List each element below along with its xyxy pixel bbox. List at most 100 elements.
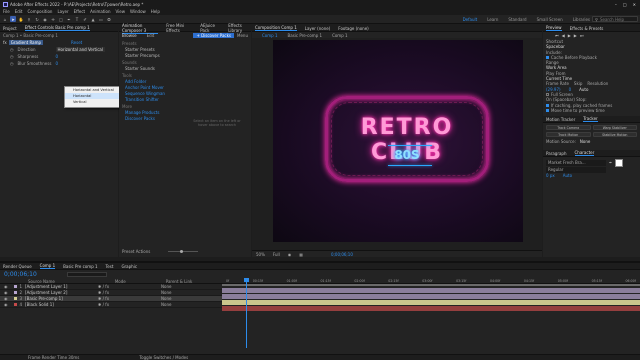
tab-animation-composer-3[interactable]: Animation Composer 3 [122,23,159,34]
grid-icon[interactable]: ▦ [299,252,303,257]
font-family-dropdown[interactable]: Market Fresh Bra... [546,160,606,167]
stamp-tool-icon[interactable]: ▲ [90,16,96,22]
menu-window[interactable]: Window [130,9,146,14]
timeline-tab[interactable]: Test [106,264,114,269]
menu-animation[interactable]: Animation [90,9,110,14]
layer-bar[interactable] [222,294,640,299]
resolution-value[interactable]: Auto [579,87,588,92]
section-item[interactable]: Transition Shifter [119,97,185,102]
layer-name[interactable]: [Adjustment Layer 1] [25,284,95,289]
menu-view[interactable]: View [116,9,126,14]
resolution-dropdown[interactable]: Full [273,252,280,257]
timeline-tab[interactable]: Render Queue [3,264,32,269]
view-tab[interactable]: Basic Pre-comp 1 [288,33,323,38]
stopwatch-icon[interactable]: ◷ [10,47,14,52]
section-item[interactable]: Discover Packs [119,116,185,121]
tab-aejuice-pack[interactable]: AEJuice Pack [200,23,220,33]
section-item[interactable]: Manage Products [119,110,185,115]
time-ruler[interactable]: 0f 00:15f 01:00f 01:15f 02:00f 02:15f 03:00f 03… [222,278,640,283]
section-item[interactable]: Starter Precomps [119,53,185,58]
eraser-tool-icon[interactable]: ▭ [98,16,104,22]
label-color-swatch[interactable] [13,291,17,294]
section-item[interactable]: Add Folder [119,79,185,84]
menu-button[interactable]: Menu [237,33,248,38]
menu-layer[interactable]: Layer [57,9,68,14]
layer-name[interactable]: [Basic Pre-comp 1] [25,296,95,301]
eyedropper-icon[interactable]: ✒ [609,160,612,166]
fx-icon[interactable]: fx [3,40,7,45]
section-item[interactable]: Anchor Point Mover [119,85,185,90]
parent-dropdown[interactable]: None [161,296,171,301]
fullscreen-checkbox[interactable] [546,93,549,97]
minimize-icon[interactable]: – [615,2,617,7]
reset-link[interactable]: Reset [71,40,82,45]
workspace-learn[interactable]: Learn [487,17,498,22]
view-tab[interactable]: Comp 1 [332,33,348,38]
type-tool-icon[interactable]: T [74,16,80,22]
first-frame-icon[interactable]: ⏮ [555,33,559,38]
tab-motion-tracker[interactable]: Motion Tracker [546,117,575,122]
parent-dropdown[interactable]: None [161,302,171,307]
layer-name[interactable]: [Adjustment Layer 2] [25,290,95,295]
last-frame-icon[interactable]: ⏭ [580,33,584,38]
comp-timecode[interactable]: 0;00;06;10 [331,252,353,257]
close-icon[interactable]: ✕ [633,2,636,7]
workspace-default[interactable]: Default [463,17,478,22]
timeline-tab[interactable]: Comp 1 [39,263,56,269]
section-item[interactable]: Starter Sounds [119,66,185,71]
maximize-icon[interactable]: □ [623,2,627,7]
zoom-tool-icon[interactable]: ⚲ [26,16,32,22]
visibility-eye-icon[interactable]: ◉ [4,284,8,289]
effect-prop-value[interactable]: 0 [56,54,59,59]
timeline-tab[interactable]: Graphic [121,264,137,269]
tab-project[interactable]: Project [3,26,17,31]
workspace-small-screen[interactable]: Small Screen [537,17,563,22]
preset-size-slider[interactable] [168,249,199,253]
tab-edit[interactable]: Edit [147,33,155,38]
effect-prop-value[interactable]: Horizontal and Vertical [55,47,105,52]
tab-effects-library[interactable]: Effects Library [228,23,251,33]
search-help-field[interactable]: ⚲ Search Help [592,16,638,22]
layer-bar[interactable] [222,300,640,305]
effect-prop-value[interactable]: 0 [56,61,59,66]
cache-checkbox[interactable] [546,56,549,60]
track-button[interactable]: Track Motion [546,132,591,138]
work-area-bar[interactable] [222,284,640,286]
tab-free-mini-effects[interactable]: Free Mini Effects [166,23,192,33]
visibility-eye-icon[interactable]: ◉ [4,302,8,307]
comp-tab[interactable]: Composition Comp 1 [255,25,297,31]
play-icon[interactable]: ▶ [568,33,571,38]
anchor-tool-icon[interactable]: ✛ [50,16,56,22]
tab-character[interactable]: Character [574,150,595,157]
snapshot-icon[interactable]: ◉ [288,252,292,257]
puppet-tool-icon[interactable]: ✪ [106,16,112,22]
menu-help[interactable]: Help [151,9,160,14]
stopwatch-icon[interactable]: ◷ [10,54,14,59]
timeline-search-field[interactable] [66,272,107,277]
selection-tool-icon[interactable]: ➤ [10,16,16,22]
layer-switches[interactable]: ✱ / fx [98,290,138,295]
track-button[interactable]: Track Camera [546,125,591,131]
discover-packs-button[interactable]: + Discover Packs [193,33,235,38]
comp-tab[interactable]: Layer (none) [305,26,331,31]
layer-switches[interactable]: ✱ / fx [98,296,138,301]
visibility-eye-icon[interactable]: ◉ [4,290,8,295]
rect-tool-icon[interactable]: □ [58,16,64,22]
parent-dropdown[interactable]: None [161,290,171,295]
preset-actions-button[interactable]: Preset Actions [122,249,150,254]
tab-effect-controls[interactable]: Effect Controls Basic Pre comp 1 [24,25,90,31]
camera-tool-icon[interactable]: ◉ [42,16,48,22]
section-item[interactable]: Sequence Wingman [119,91,185,96]
menu-file[interactable]: File [3,9,10,14]
label-color-swatch[interactable] [13,303,17,306]
home-icon[interactable]: ⌂ [2,16,8,22]
visibility-eye-icon[interactable]: ◉ [4,296,8,301]
font-size-field[interactable]: 0 px [546,173,555,179]
label-color-swatch[interactable] [13,297,17,300]
tab-preview[interactable]: Preview [546,25,562,31]
layer-switches[interactable]: ✱ / fx [98,302,138,307]
next-frame-icon[interactable]: ▶ [574,33,577,38]
playhead-handle[interactable] [244,278,249,282]
menu-edit[interactable]: Edit [15,9,23,14]
hand-tool-icon[interactable]: ✋ [18,16,24,22]
